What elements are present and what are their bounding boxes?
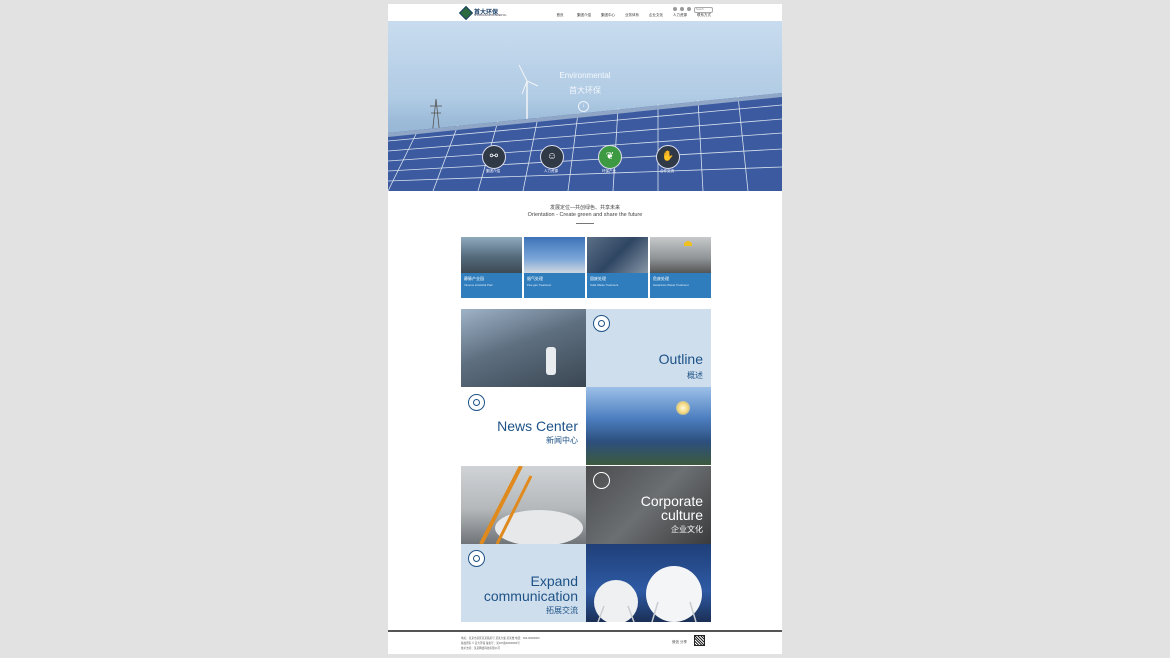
card-title: 烟气处理 xyxy=(527,276,543,281)
qr-code-icon xyxy=(694,635,705,646)
logo-subtitle: SHOUDA ENVIRONMENTAL xyxy=(474,14,507,17)
card-flue-gas[interactable]: 烟气处理 Flue gas Treatment xyxy=(524,237,585,298)
footer-address: 地址：某某市某区某某路某号 某某大厦 某某楼 电话：000-00000000 xyxy=(461,637,540,640)
search-input[interactable]: Search xyxy=(694,7,713,13)
divider xyxy=(576,223,594,224)
hero-icon-label: 集团介绍 xyxy=(486,169,500,173)
nav-item-center[interactable]: 集团中心 xyxy=(596,13,620,18)
hero-title-en: Environmental xyxy=(559,71,611,80)
card-label: 烟气处理 Flue gas Treatment xyxy=(524,273,585,298)
social-icon-3[interactable] xyxy=(687,7,691,11)
card-title: 固废处理 xyxy=(590,276,606,281)
card-image xyxy=(650,237,711,273)
leaf-icon[interactable]: ❦ xyxy=(598,145,622,169)
culture-title-line2: culture xyxy=(660,507,703,523)
tanks-illustration xyxy=(594,566,702,622)
users-icon[interactable]: ☺ xyxy=(540,145,564,169)
hero-banner: Environmental 首大环保 ↓ ⚯ 集团介绍 ☺ 人力资源 ❦ 环保产… xyxy=(388,21,782,191)
tile-outline[interactable]: Outline 概述 xyxy=(586,309,711,387)
positioning-en: Orientation - Create green and share the… xyxy=(527,212,643,218)
card-subtitle: Solid Waste Treatment xyxy=(590,283,619,287)
card-image xyxy=(461,237,522,273)
card-industrial-park[interactable]: 静脉产业园 Vienous Industrial Park xyxy=(461,237,522,298)
social-icons xyxy=(673,7,691,11)
nav-item-hr[interactable]: 人力资源 xyxy=(668,13,692,18)
card-label: 静脉产业园 Vienous Industrial Park xyxy=(461,273,522,298)
handshake-icon[interactable]: ✋ xyxy=(656,145,680,169)
card-subtitle: Hazardous Waste Treatment xyxy=(653,283,689,287)
hero-icon-label: 合作交流 xyxy=(660,169,674,173)
communication-icon xyxy=(468,550,485,567)
positioning-cn: 发展定位—共创绿色、共享未来 xyxy=(549,205,620,211)
hero-title-cn: 首大环保 xyxy=(569,86,601,95)
outline-title: Outline xyxy=(658,351,703,367)
tile-photo-solar xyxy=(586,387,711,465)
crane-illustration xyxy=(479,466,583,544)
nav-item-business[interactable]: 业务体系 xyxy=(620,13,644,18)
card-label: 危废处理 Hazardous Waste Treatment xyxy=(650,273,711,298)
news-icon xyxy=(468,394,485,411)
tile-news-center[interactable]: News Center 新闻中心 xyxy=(461,387,586,465)
logo-icon[interactable] xyxy=(458,5,474,21)
card-image xyxy=(587,237,648,273)
expand-title-cn: 拓展交流 xyxy=(546,606,578,615)
scroll-down-icon[interactable]: ↓ xyxy=(578,101,589,112)
hero-icon-label: 人力资源 xyxy=(544,169,558,173)
news-title: News Center xyxy=(497,418,578,434)
tile-expand-communication[interactable]: Expand communication 拓展交流 xyxy=(461,544,586,622)
card-subtitle: Vienous Industrial Park xyxy=(464,283,493,287)
social-icon-2[interactable] xyxy=(680,7,684,11)
nav-item-home[interactable]: 首页 xyxy=(548,13,572,18)
main-nav: 首页 集团介绍 集团中心 业务体系 企业文化 人力资源 联系方式 xyxy=(548,13,716,18)
card-title: 危废处理 xyxy=(653,276,669,281)
expand-title-line1: Expand xyxy=(530,573,578,589)
footer-support: 技术支持：某某网络科技有限公司 xyxy=(461,647,500,650)
nav-item-about[interactable]: 集团介绍 xyxy=(572,13,596,18)
hero-icon-label: 环保产业 xyxy=(602,169,616,173)
social-icon-1[interactable] xyxy=(673,7,677,11)
footer-divider xyxy=(388,630,782,632)
tile-corporate-culture[interactable]: Corporate culture 企业文化 xyxy=(586,466,711,544)
menu-icon xyxy=(593,315,610,332)
tile-photo-crane xyxy=(461,466,586,544)
card-title: 静脉产业园 xyxy=(464,276,484,281)
news-title-cn: 新闻中心 xyxy=(546,436,578,445)
expand-title-line2: communication xyxy=(483,588,578,604)
card-label: 固废处理 Solid Waste Treatment xyxy=(587,273,648,298)
footer-share[interactable]: 微信 分享 xyxy=(672,640,687,645)
card-hazardous-waste[interactable]: 危废处理 Hazardous Waste Treatment xyxy=(650,237,711,298)
nav-item-culture[interactable]: 企业文化 xyxy=(644,13,668,18)
tile-photo-substation xyxy=(461,309,586,387)
card-subtitle: Flue gas Treatment xyxy=(527,283,552,287)
tile-photo-tanks xyxy=(586,544,711,622)
document-icon xyxy=(593,472,610,489)
network-icon[interactable]: ⚯ xyxy=(482,145,506,169)
card-solid-waste[interactable]: 固废处理 Solid Waste Treatment xyxy=(587,237,648,298)
card-image xyxy=(524,237,585,273)
outline-title-cn: 概述 xyxy=(687,371,703,380)
nav-item-contact[interactable]: 联系方式 xyxy=(692,13,716,18)
site-header: 首大环保 SHOUDA ENVIRONMENTAL 首页 集团介绍 集团中心 业… xyxy=(388,4,782,21)
webpage-mockup: 首大环保 SHOUDA ENVIRONMENTAL 首页 集团介绍 集团中心 业… xyxy=(388,4,782,654)
culture-title-cn: 企业文化 xyxy=(671,525,703,534)
footer-copyright: 版权所有 © 首大环保 备案号：某ICP备00000000号 xyxy=(461,642,520,645)
